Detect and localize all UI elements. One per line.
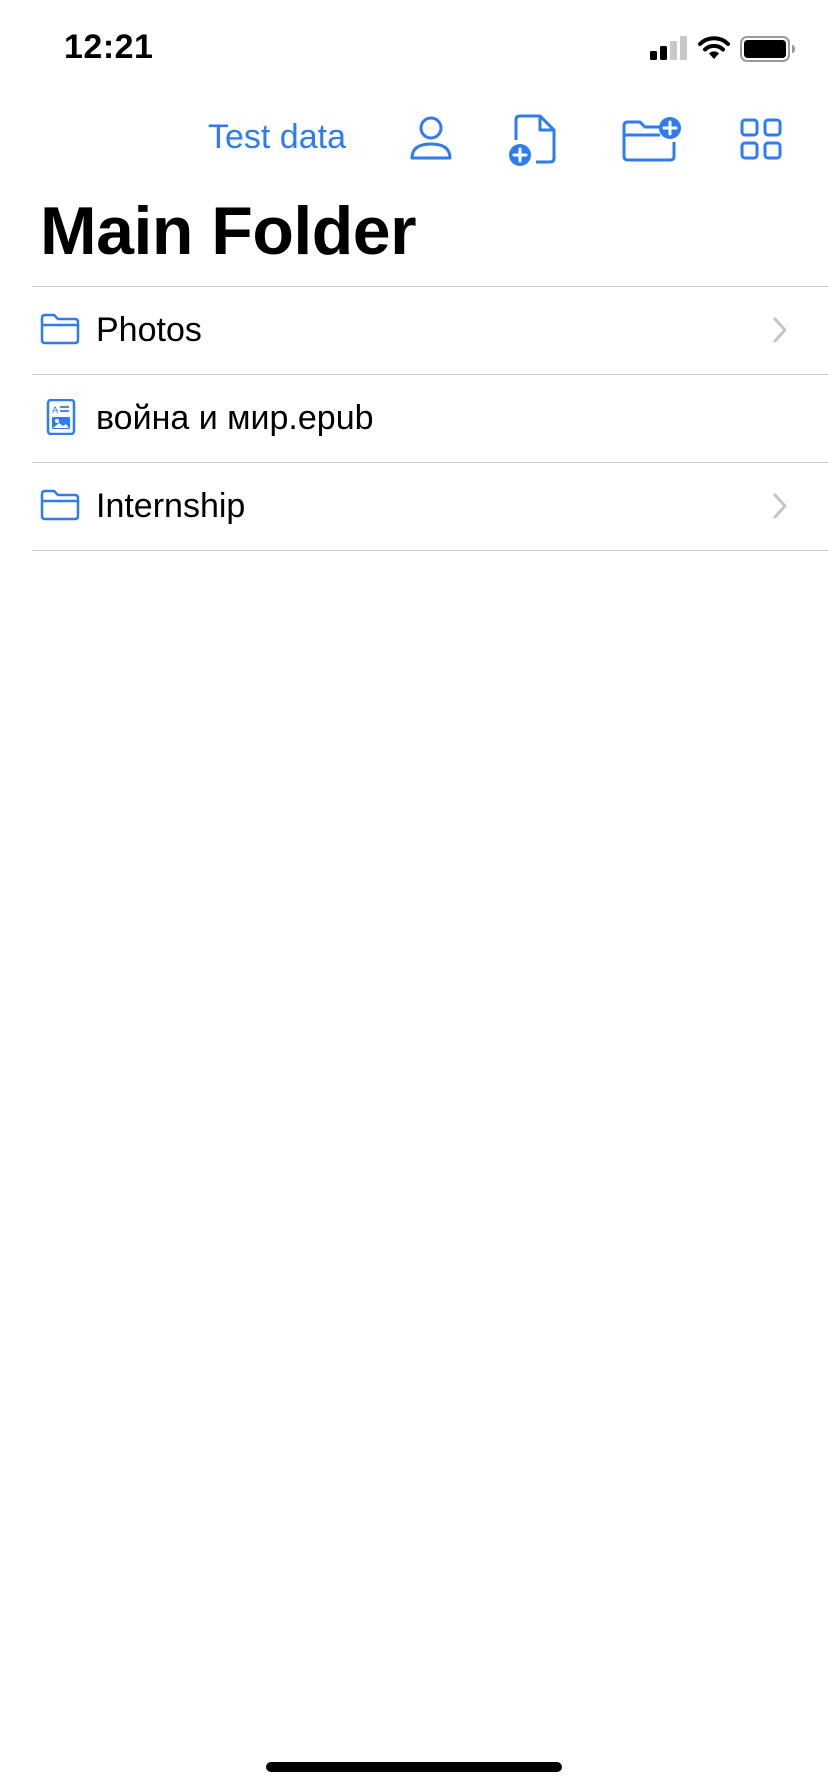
list-item-epub[interactable]: A война и мир.epub xyxy=(32,375,828,463)
file-list: Photos A война и мир.epub Internship xyxy=(32,286,828,551)
item-label: Photos xyxy=(96,311,202,349)
chevron-right-icon xyxy=(773,317,787,343)
status-bar: 12:21 xyxy=(0,0,828,100)
svg-text:A: A xyxy=(52,406,59,416)
user-icon[interactable] xyxy=(408,114,454,162)
item-label: война и мир.epub xyxy=(96,399,374,437)
status-time: 12:21 xyxy=(64,28,154,66)
battery-icon xyxy=(740,36,795,62)
new-folder-icon[interactable] xyxy=(620,116,682,164)
cellular-signal-icon xyxy=(650,36,687,60)
test-data-button[interactable]: Test data xyxy=(208,118,346,157)
list-item-internship[interactable]: Internship xyxy=(32,463,828,551)
navigation-toolbar: Test data xyxy=(0,100,828,184)
item-label: Internship xyxy=(96,487,246,525)
page-title: Main Folder xyxy=(40,193,417,269)
folder-icon xyxy=(40,313,80,345)
home-indicator[interactable] xyxy=(266,1762,562,1772)
grid-view-icon[interactable] xyxy=(740,118,782,160)
list-item-photos[interactable]: Photos xyxy=(32,287,828,375)
chevron-right-icon xyxy=(773,493,787,519)
wifi-icon xyxy=(698,36,730,59)
folder-icon xyxy=(40,489,80,521)
new-file-icon[interactable] xyxy=(508,112,560,168)
document-icon: A xyxy=(46,399,76,435)
